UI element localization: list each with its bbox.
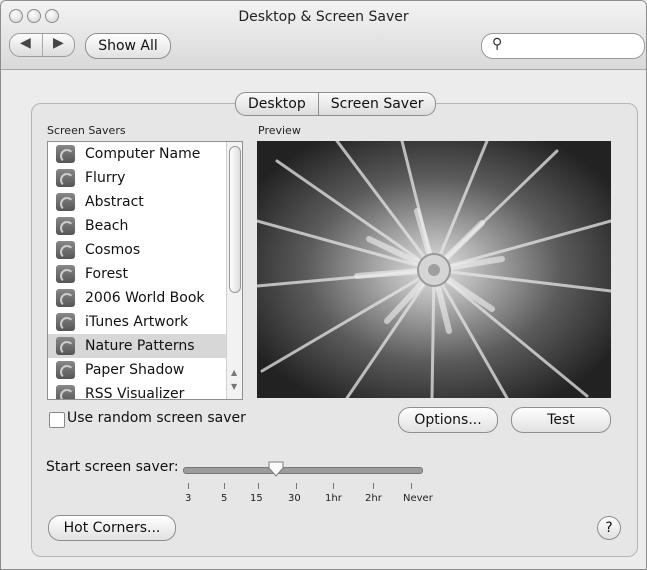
slider-tick [373,483,374,489]
slider-tick-label: 5 [221,493,228,504]
title-bar: Desktop & Screen Saver ◀ ▶ Show All ⚲ [1,1,646,70]
forward-icon[interactable]: ▶ [53,35,64,51]
search-icon: ⚲ [492,36,503,52]
show-all-button[interactable]: Show All [85,33,171,59]
screen-saver-item[interactable]: Flurry [48,166,242,190]
screen-saver-list[interactable]: Computer Name Flurry Abstract Beach Cosmos Fo… [47,141,243,400]
screen-saver-item-label: iTunes Artwork [85,314,189,330]
screen-saver-item[interactable]: RSS Visualizer [48,382,242,400]
screen-saver-preview [257,141,611,398]
screen-saver-item-label: 2006 World Book [85,290,205,306]
scrollbar-thumb[interactable] [229,146,241,293]
slider-tick [188,483,189,489]
slider-tick-label: 3 [185,493,192,504]
test-button[interactable]: Test [511,407,611,433]
screen-saver-item[interactable]: Nature Patterns [48,334,242,358]
start-screen-saver-slider[interactable] [183,467,423,474]
slider-tick [224,483,225,489]
screen-saver-icon [56,289,75,307]
tab-bar: Desktop Screen Saver [235,92,437,116]
screen-saver-icon [56,361,75,379]
navigation-segmented-control: ◀ ▶ [9,33,75,57]
screen-saver-item-label: Paper Shadow [85,362,185,378]
slider-tick [411,483,412,489]
help-button[interactable]: ? [597,516,621,540]
screen-saver-item-label: Cosmos [85,242,141,258]
nature-pattern-preview-image [257,141,611,398]
screen-saver-item-label: Computer Name [85,146,201,162]
slider-thumb[interactable] [267,460,285,478]
slider-tick-label: 15 [250,493,263,504]
slider-tick [258,483,259,489]
screen-saver-icon [56,217,75,235]
scroll-down-icon[interactable]: ▼ [231,382,237,391]
slider-tick [296,483,297,489]
window-title: Desktop & Screen Saver [238,9,409,25]
slider-tick-label: Never [403,493,433,504]
screen-saver-icon [56,241,75,259]
screen-savers-label: Screen Savers [47,124,126,137]
screen-saver-item-label: Nature Patterns [85,338,195,354]
preview-label: Preview [258,124,301,137]
screen-saver-item[interactable]: Paper Shadow [48,358,242,382]
screen-saver-item[interactable]: Forest [48,262,242,286]
screen-saver-item[interactable]: iTunes Artwork [48,310,242,334]
slider-tick-label: 2hr [365,493,382,504]
screen-saver-item[interactable]: Computer Name [48,142,242,166]
hot-corners-button[interactable]: Hot Corners... [48,515,176,541]
screen-saver-item-label: RSS Visualizer [85,386,185,400]
slider-tick-label: 30 [288,493,301,504]
random-screen-saver-label: Use random screen saver [67,410,246,426]
screen-saver-icon [56,193,75,211]
screen-saver-icon [56,313,75,331]
screen-saver-item[interactable]: Beach [48,214,242,238]
desktop-screensaver-window: Desktop & Screen Saver ◀ ▶ Show All ⚲ De… [0,0,647,570]
screen-saver-item[interactable]: Abstract [48,190,242,214]
start-screen-saver-label: Start screen saver: [46,459,179,475]
screen-saver-item-label: Beach [85,218,129,234]
segment-divider [42,34,43,56]
random-screen-saver-checkbox[interactable] [49,412,65,428]
scroll-up-icon[interactable]: ▲ [231,368,237,377]
screen-saver-item-label: Forest [85,266,128,282]
screen-saver-icon [56,337,75,355]
search-input[interactable]: ⚲ [481,33,645,59]
screen-saver-item[interactable]: Cosmos [48,238,242,262]
screen-saver-item-label: Abstract [85,194,144,210]
slider-tick-label: 1hr [325,493,342,504]
screen-saver-icon [56,265,75,283]
options-button[interactable]: Options... [398,407,498,433]
back-icon[interactable]: ◀ [20,35,31,51]
screen-saver-item[interactable]: 2006 World Book [48,286,242,310]
tab-desktop[interactable]: Desktop [236,93,318,115]
screen-saver-scrollbar[interactable]: ▲ ▼ [226,142,242,399]
screen-saver-icon [56,385,75,399]
screen-saver-item-label: Flurry [85,170,126,186]
tab-screen-saver[interactable]: Screen Saver [317,93,436,115]
screen-saver-icon [56,169,75,187]
slider-tick [333,483,334,489]
screen-saver-icon [56,145,75,163]
